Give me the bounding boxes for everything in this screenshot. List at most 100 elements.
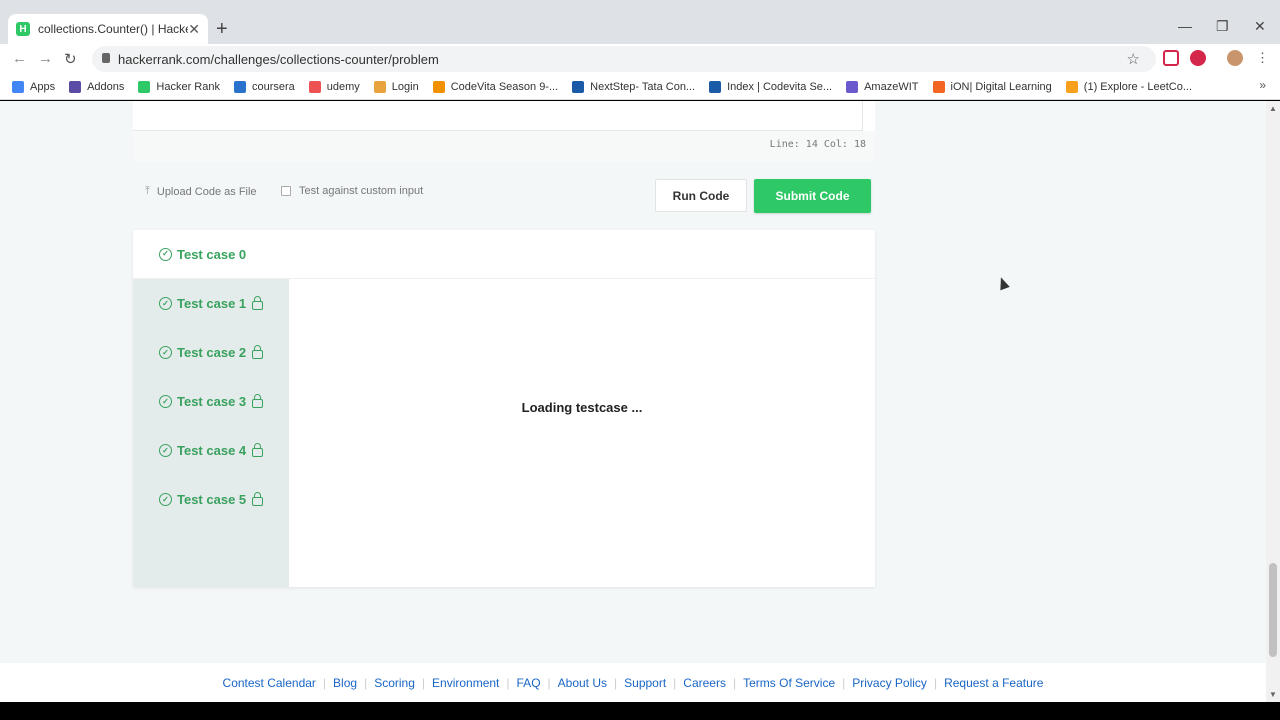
code-editor-area[interactable] [133, 101, 863, 131]
scrollbar-thumb[interactable] [1269, 563, 1277, 657]
custom-input-toggle[interactable]: Test against custom input [281, 185, 423, 197]
lock-icon [102, 53, 110, 63]
testcase-tab-1[interactable]: ✓ Test case 1 [133, 279, 289, 328]
bookmark-label: iON| Digital Learning [950, 80, 1052, 93]
bookmark-item[interactable]: Addons [69, 80, 125, 93]
bookmarks-bar: Apps Addons Hacker Rank coursera udemy Login C… [0, 74, 1280, 100]
upload-code-link[interactable]: ⤒ Upload Code as File [145, 185, 257, 198]
testcase-label: Test case 4 [177, 443, 247, 458]
bookmark-label: Apps [30, 80, 56, 93]
back-icon[interactable]: ← [12, 50, 27, 67]
forward-icon[interactable]: → [38, 50, 53, 67]
footer-separator: | [547, 675, 551, 690]
footer-link[interactable]: Request a Feature [944, 676, 1043, 690]
maximize-icon[interactable]: ❐ [1216, 18, 1229, 35]
footer-link[interactable]: FAQ [517, 676, 541, 690]
menu-kebab-icon[interactable]: ⋮ [1256, 50, 1272, 66]
bookmark-icon [308, 80, 321, 93]
page-content: Line: 14 Col: 18 ⤒ Upload Code as File T… [0, 101, 1266, 702]
bookmark-icon [12, 80, 24, 93]
bookmark-icon [69, 80, 82, 93]
bookmark-item[interactable]: coursera [233, 80, 295, 93]
footer-link[interactable]: Terms Of Service [743, 676, 835, 690]
bookmark-item[interactable]: udemy [308, 80, 360, 93]
bookmark-icon [572, 80, 585, 93]
footer-link[interactable]: Contest Calendar [223, 676, 316, 690]
testcase-tab-0[interactable]: ✓ Test case 0 [133, 230, 875, 279]
lock-icon [252, 492, 264, 506]
footer-link[interactable]: Scoring [374, 676, 415, 690]
testcase-content: Loading testcase ... [289, 279, 875, 587]
reload-icon[interactable]: ↻ [64, 50, 77, 68]
testcase-tab-5[interactable]: ✓ Test case 5 [133, 475, 289, 524]
minimize-icon[interactable]: — [1178, 18, 1192, 34]
custom-input-label: Test against custom input [299, 185, 424, 197]
footer-link[interactable]: About Us [558, 676, 607, 690]
bookmark-label: Addons [87, 80, 125, 93]
bookmark-label: NextStep- Tata Con... [590, 80, 696, 93]
bookmark-label: AmazeWIT [864, 80, 919, 93]
footer-separator: | [673, 675, 677, 690]
bookmark-item[interactable]: AmazeWIT [846, 80, 919, 93]
testcase-label: Test case 1 [177, 296, 247, 311]
code-editor: Line: 14 Col: 18 [133, 101, 875, 162]
testcase-tab-2[interactable]: ✓ Test case 2 [133, 328, 289, 377]
bookmark-icon [233, 80, 246, 93]
page-scrollbar[interactable]: ▲ ▼ [1266, 101, 1280, 702]
new-tab-icon[interactable]: + [216, 18, 228, 41]
browser-toolbar: ← → ↻ hackerrank.com/challenges/collecti… [0, 44, 1280, 74]
testcase-tab-3[interactable]: ✓ Test case 3 [133, 377, 289, 426]
site-footer: Contest Calendar | Blog | Scoring | Environmen… [0, 663, 1266, 702]
footer-link[interactable]: Privacy Policy [852, 676, 927, 690]
run-code-button[interactable]: Run Code [655, 179, 747, 212]
check-circle-icon: ✓ [159, 346, 172, 359]
testcase-tab-4[interactable]: ✓ Test case 4 [133, 426, 289, 475]
upload-icon: ⤒ [145, 185, 150, 197]
bookmark-item[interactable]: (1) Explore - LeetCo... [1065, 80, 1193, 93]
profile-avatar[interactable] [1227, 50, 1243, 66]
bookmark-label: CodeVita Season 9-... [450, 80, 559, 93]
footer-link[interactable]: Environment [432, 676, 499, 690]
check-circle-icon: ✓ [159, 444, 172, 457]
browser-titlebar: H collections.Counter() | HackerRank ✕ +… [0, 0, 1280, 44]
bookmark-item[interactable]: CodeVita Season 9-... [432, 80, 559, 93]
bookmark-item[interactable]: Index | Codevita Se... [709, 80, 832, 93]
custom-input-checkbox[interactable] [281, 186, 291, 196]
testcase-label: Test case 2 [177, 345, 247, 360]
browser-tab[interactable]: H collections.Counter() | HackerRank ✕ [8, 14, 208, 44]
bookmark-label: Hacker Rank [156, 80, 220, 93]
footer-link[interactable]: Blog [333, 676, 357, 690]
footer-link[interactable]: Careers [683, 676, 726, 690]
scroll-down-icon[interactable]: ▼ [1269, 690, 1277, 699]
testcase-label: Test case 0 [177, 246, 247, 262]
bookmark-item[interactable]: Login [373, 80, 419, 93]
adblock-extension-icon[interactable] [1190, 50, 1206, 66]
editor-actions: ⤒ Upload Code as File Test against custo… [133, 179, 875, 215]
footer-link[interactable]: Support [624, 676, 666, 690]
bookmark-icon [1065, 80, 1078, 93]
editor-statusline: Line: 14 Col: 18 [133, 131, 875, 162]
scroll-up-icon[interactable]: ▲ [1269, 104, 1277, 113]
testcase-label: Test case 5 [177, 492, 247, 507]
footer-separator: | [421, 675, 426, 690]
bookmark-label: (1) Explore - LeetCo... [1083, 80, 1193, 93]
testcase-label: Test case 3 [177, 394, 247, 409]
bookmark-item[interactable]: Hacker Rank [138, 80, 220, 93]
bookmark-icon [846, 80, 859, 93]
tab-close-icon[interactable]: ✕ [188, 21, 200, 38]
submit-code-button[interactable]: Submit Code [754, 179, 871, 213]
address-bar[interactable]: hackerrank.com/challenges/collections-co… [92, 46, 1156, 72]
window-close-icon[interactable]: ✕ [1254, 18, 1266, 35]
bookmark-item[interactable]: Apps [12, 80, 56, 93]
bookmark-star-icon[interactable]: ☆ [1127, 50, 1140, 68]
tab-title: collections.Counter() | HackerRank [38, 22, 188, 36]
bookmark-label: Login [391, 80, 419, 93]
bookmarks-overflow-icon[interactable]: » [1259, 78, 1266, 92]
bookmark-item[interactable]: NextStep- Tata Con... [572, 80, 696, 93]
mouse-cursor [996, 275, 1010, 291]
pocket-extension-icon[interactable] [1163, 50, 1179, 66]
footer-separator: | [732, 675, 737, 690]
bookmark-icon [373, 80, 386, 93]
lock-icon [252, 443, 264, 457]
bookmark-item[interactable]: iON| Digital Learning [932, 80, 1052, 93]
